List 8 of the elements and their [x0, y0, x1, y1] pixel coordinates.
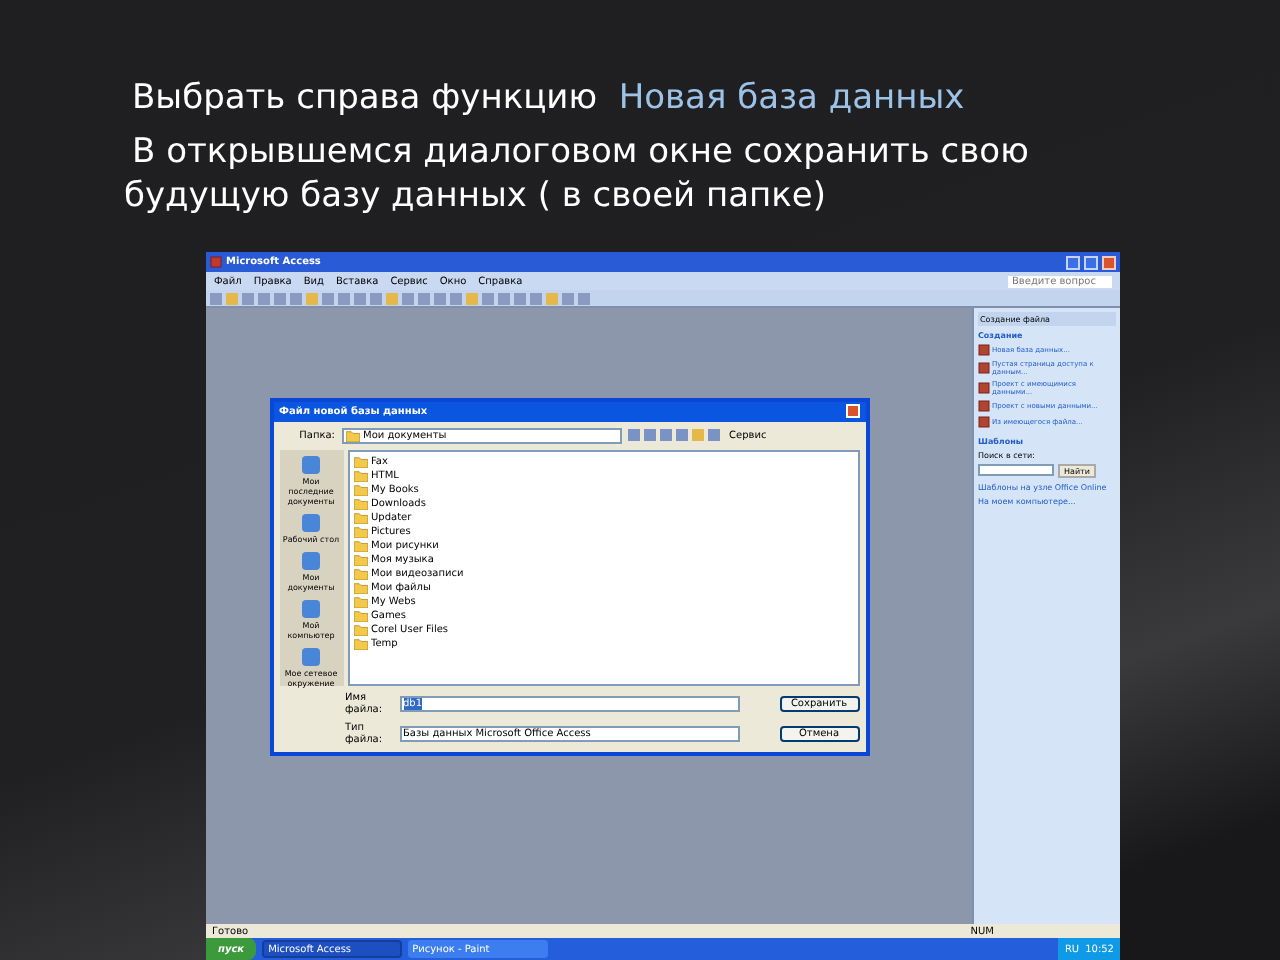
- instruction-text: Выбрать справа функцию Новая база данных: [130, 76, 967, 120]
- instruction-text: В открывшемся диалоговом окне сохранить свою будущую базу данных ( в своей папке): [124, 130, 1031, 218]
- close-button[interactable]: [1102, 255, 1116, 269]
- template-search-field[interactable]: [978, 464, 1054, 476]
- dialog-toolbar-icons-drawing: [627, 428, 723, 442]
- close-button[interactable]: [845, 404, 859, 418]
- maximize-button[interactable]: [1084, 255, 1098, 269]
- minimize-button[interactable]: [1066, 255, 1080, 269]
